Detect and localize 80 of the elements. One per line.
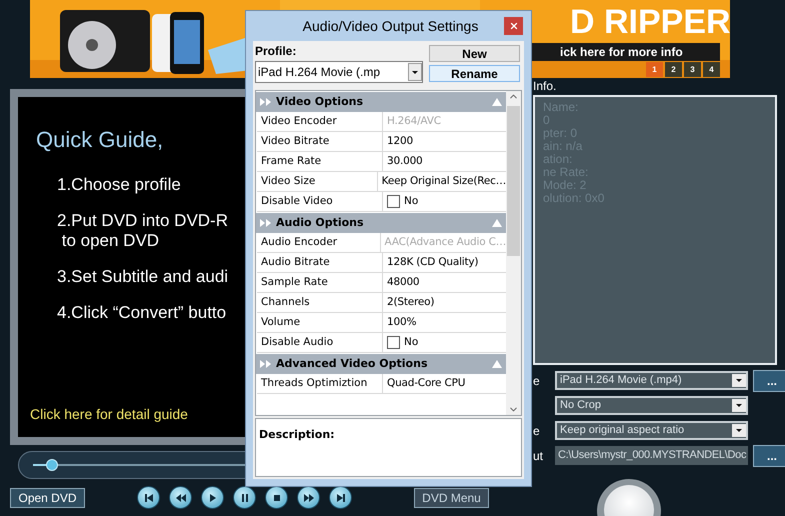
detail-guide-link[interactable]: Click here for detail guide xyxy=(30,404,188,425)
property-label: Disable Video xyxy=(257,192,383,211)
play-button[interactable] xyxy=(201,486,224,509)
description-label: Description: xyxy=(259,428,335,441)
checkbox[interactable] xyxy=(387,336,400,349)
property-value[interactable]: 100% xyxy=(383,313,416,332)
property-value[interactable]: 2(Stereo) xyxy=(383,293,434,312)
play-icon xyxy=(210,494,216,502)
previous-button[interactable] xyxy=(137,486,160,509)
dvd-menu-button[interactable]: DVD Menu xyxy=(414,488,489,508)
dialog-title: Audio/Video Output Settings xyxy=(302,16,480,36)
stop-icon xyxy=(274,494,280,500)
property-label: Threads Optimiztion xyxy=(257,374,383,393)
property-value[interactable]: 48000 xyxy=(383,273,420,292)
property-label: Video Size xyxy=(257,172,378,191)
guide-step: 2.Put DVD into DVD-R to open DVD xyxy=(57,211,242,251)
property-label: Volume xyxy=(257,313,383,332)
output-path-field[interactable]: C:\Users\mystr_000.MYSTRANDEL\Doc xyxy=(555,446,748,465)
property-value[interactable]: 1200 xyxy=(383,132,413,151)
rewind-button[interactable] xyxy=(169,486,192,509)
scrollbar[interactable] xyxy=(506,91,521,415)
seek-handle[interactable] xyxy=(46,459,58,471)
stop-button[interactable] xyxy=(265,486,288,509)
browse-button[interactable]: ... xyxy=(753,444,785,466)
property-value[interactable]: Quad-Core CPU xyxy=(383,374,466,393)
pause-icon xyxy=(242,494,248,502)
open-dvd-button[interactable]: Open DVD xyxy=(10,488,85,508)
profile-button[interactable]: New xyxy=(429,45,520,62)
group-header[interactable]: Audio Options xyxy=(256,213,506,233)
checkbox[interactable] xyxy=(387,195,400,208)
page-tab[interactable]: 1 xyxy=(646,62,663,77)
setting-dropdown[interactable]: No Crop xyxy=(555,396,748,415)
group-title: Audio Options xyxy=(276,214,364,231)
previous-icon xyxy=(144,494,152,502)
group-header[interactable]: Video Options xyxy=(256,92,506,112)
page-tab[interactable]: 3 xyxy=(684,62,701,77)
pause-button[interactable] xyxy=(233,486,256,509)
setting-dropdown[interactable]: iPad H.264 Movie (.mp4) xyxy=(555,371,748,390)
profile-label: Profile: xyxy=(255,43,298,59)
next-button[interactable] xyxy=(329,486,352,509)
property-value[interactable]: 128K (CD Quality) xyxy=(383,253,478,272)
guide-step: 3.Set Subtitle and audi xyxy=(57,267,242,287)
banner-headline: D RIPPER xyxy=(570,2,730,42)
group-title: Advanced Video Options xyxy=(276,356,428,372)
guide-step: 4.Click “Convert” butto xyxy=(57,303,242,323)
info-label: Info. xyxy=(533,79,558,93)
setting-label: ut xyxy=(533,448,544,462)
guide-step: 1.Choose profile xyxy=(57,175,242,195)
property-value: No xyxy=(404,334,418,350)
property-value[interactable]: 30.000 xyxy=(383,152,423,171)
double-arrow-icon xyxy=(260,360,272,368)
setting-label: e xyxy=(533,424,540,438)
property-label: Video Bitrate xyxy=(257,132,383,151)
fast-forward-button[interactable] xyxy=(297,486,320,509)
property-label: Audio Encoder xyxy=(257,233,381,252)
group-header[interactable]: Advanced Video Options xyxy=(256,354,506,374)
fast-forward-icon xyxy=(304,494,314,502)
property-label: Disable Audio xyxy=(257,333,383,352)
browse-button[interactable]: ... xyxy=(753,370,785,392)
property-label: Channels xyxy=(257,293,383,312)
setting-label: e xyxy=(533,374,540,388)
close-icon xyxy=(508,21,518,31)
property-label: Video Encoder xyxy=(257,112,383,131)
profile-dropdown[interactable]: iPad H.264 Movie (.mp xyxy=(255,61,423,83)
group-title: Video Options xyxy=(276,94,364,110)
double-arrow-icon xyxy=(260,98,272,106)
property-label: Frame Rate xyxy=(257,152,383,171)
profile-button[interactable]: Rename xyxy=(429,65,520,82)
guide-title: Quick Guide, xyxy=(36,127,164,153)
property-value[interactable]: Keep Original Size(Rec… xyxy=(378,172,506,191)
close-button[interactable] xyxy=(504,17,523,35)
next-icon xyxy=(336,494,344,502)
property-label: Audio Bitrate xyxy=(257,253,383,272)
rewind-icon xyxy=(176,494,186,502)
page-tab[interactable]: 4 xyxy=(703,62,720,77)
setting-dropdown[interactable]: Keep original aspect ratio xyxy=(555,421,748,440)
property-label: Sample Rate xyxy=(257,273,383,292)
double-arrow-icon xyxy=(260,219,272,227)
property-value: No xyxy=(404,194,418,209)
page-tab[interactable]: 2 xyxy=(665,62,682,77)
